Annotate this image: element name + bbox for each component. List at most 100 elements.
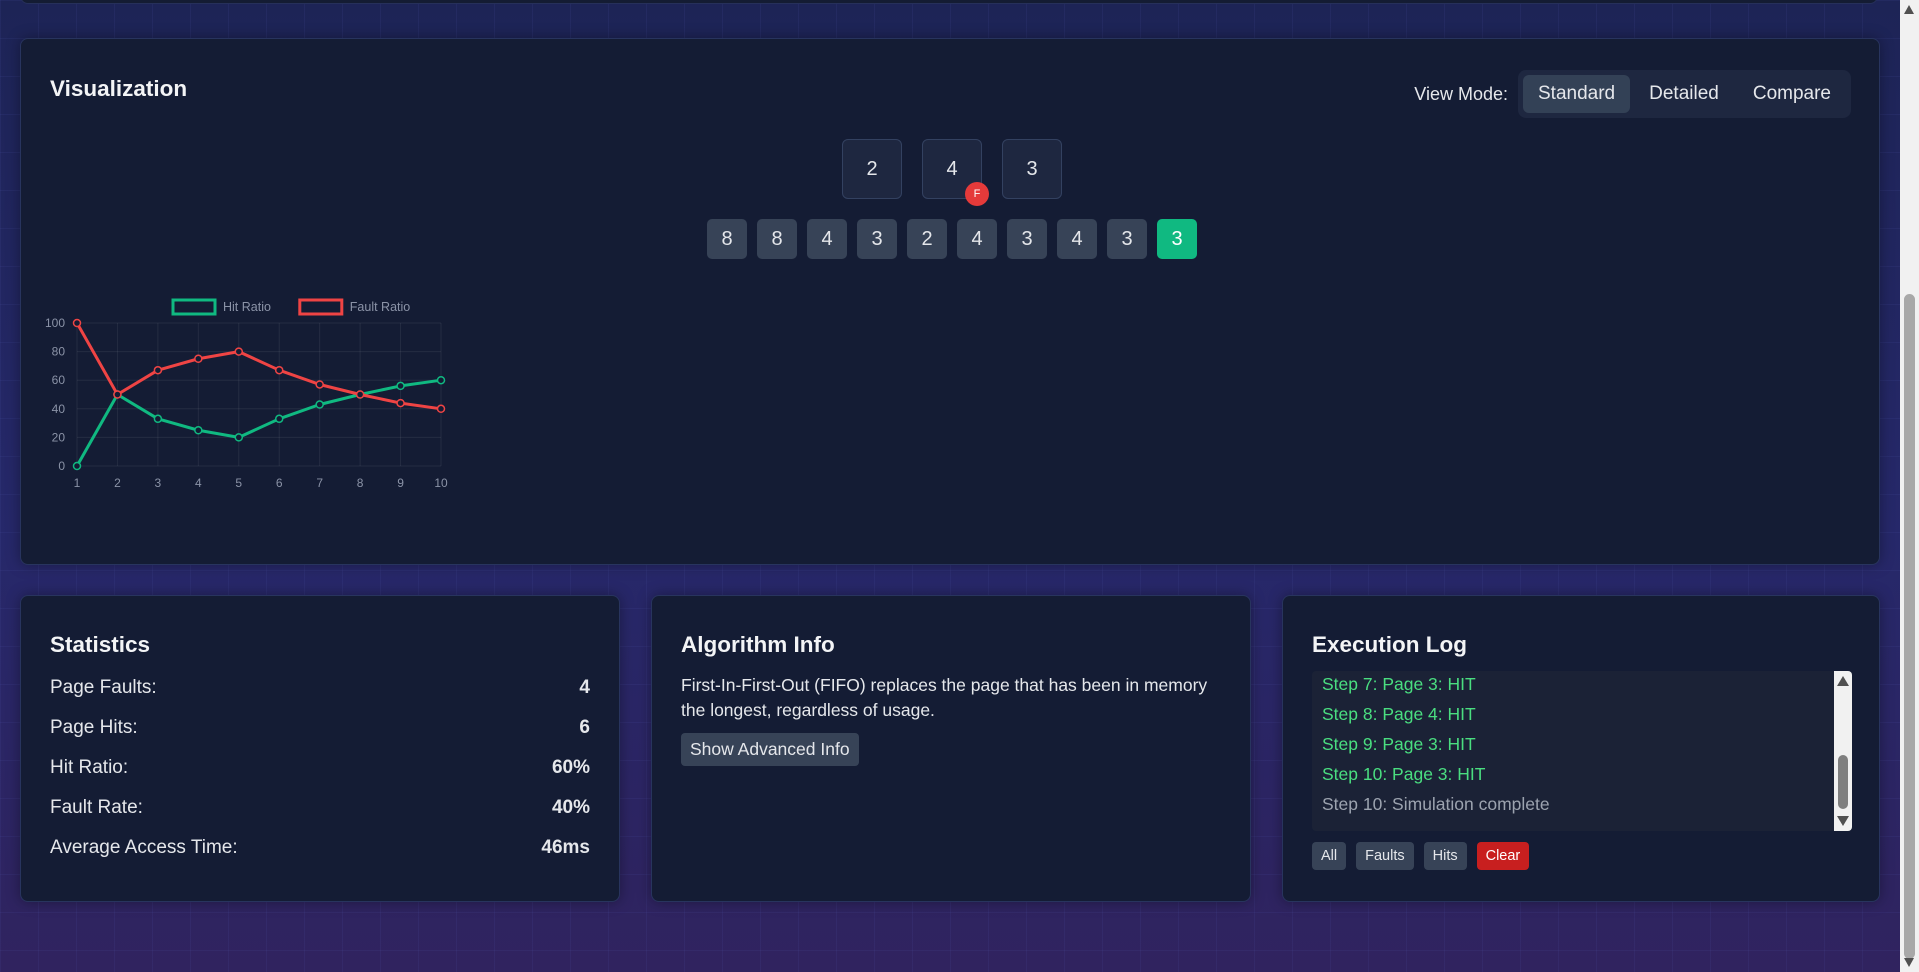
stat-row-page-hits: Page Hits: 6: [50, 717, 590, 739]
filter-all-button[interactable]: All: [1312, 842, 1347, 870]
x-tick-label: 7: [316, 476, 323, 490]
legend-swatch: [171, 298, 217, 316]
sequence-item: 4: [1057, 219, 1097, 259]
execution-log-panel: Execution Log Step 7: Page 3: HIT Step 8…: [1282, 595, 1880, 902]
data-point: [436, 375, 446, 385]
view-mode-compare-button[interactable]: Compare: [1738, 75, 1846, 113]
algorithm-info-title: Algorithm Info: [681, 632, 835, 657]
series-line: [75, 322, 442, 411]
x-tick-label: 2: [114, 476, 121, 490]
data-point: [113, 390, 122, 399]
statistics-title: Statistics: [50, 632, 151, 657]
data-point: [274, 414, 284, 424]
data-point: [396, 381, 405, 391]
hit-fault-ratio-chart: 0 20 40 60 80 100 1 2 3 4 5 6 7 8 9 10 Hit Ratio Fault Ra…: [45, 298, 448, 490]
scroll-down-arrow-icon[interactable]: [1904, 958, 1914, 967]
data-point: [194, 354, 203, 363]
page-scroll-thumb[interactable]: [1904, 294, 1915, 959]
stat-value: 6: [579, 717, 590, 738]
view-mode-standard-button[interactable]: Standard: [1523, 75, 1631, 113]
stat-value: 4: [579, 677, 590, 698]
y-tick-label: 60: [52, 373, 66, 387]
x-tick-label: 3: [155, 476, 162, 490]
sequence-item: 3: [1107, 219, 1147, 259]
sequence-item: 3: [857, 219, 897, 259]
series-line: [75, 378, 442, 467]
visualization-panel: Visualization View Mode: Standard Detail…: [20, 38, 1880, 565]
stat-row-fault-rate: Fault Rate: 40%: [50, 797, 590, 819]
y-tick-label: 100: [45, 316, 65, 330]
memory-frame: 3: [1002, 139, 1062, 199]
y-tick-label: 20: [52, 430, 66, 444]
x-tick-label: 1: [74, 476, 81, 490]
sequence-item-current: 3: [1157, 219, 1197, 259]
log-scroll-thumb[interactable]: [1838, 755, 1848, 809]
clear-log-button[interactable]: Clear: [1476, 842, 1530, 870]
sequence-item: 2: [907, 219, 947, 259]
data-point: [72, 318, 82, 328]
x-tick-label: 8: [357, 476, 364, 490]
log-list[interactable]: Step 7: Page 3: HIT Step 8: Page 4: HIT …: [1312, 671, 1852, 831]
stat-value: 46ms: [541, 837, 590, 858]
memory-frames: 2 4F 3: [842, 139, 1062, 206]
reference-sequence: 8 8 4 3 2 4 3 4 3 3: [707, 219, 1197, 259]
log-entry: Step 9: Page 3: HIT: [1322, 734, 1476, 754]
data-point: [234, 347, 244, 356]
stat-label: Fault Rate:: [50, 797, 143, 818]
log-scrollbar[interactable]: [1834, 671, 1852, 831]
legend-swatch: [298, 298, 344, 316]
data-point: [315, 380, 324, 389]
log-filter-bar: All Faults Hits Clear: [1312, 842, 1530, 870]
x-tick-label: 6: [276, 476, 283, 490]
data-point: [72, 461, 82, 471]
sequence-item: 4: [807, 219, 847, 259]
frame-value: 4: [946, 157, 958, 180]
x-tick-label: 5: [235, 476, 242, 490]
x-tick-label: 4: [195, 476, 202, 490]
algorithm-description: First-In-First-Out (FIFO) replaces the p…: [681, 675, 1208, 720]
top-panel-edge: [20, 0, 1878, 4]
data-point: [315, 400, 324, 409]
view-mode-detailed-button[interactable]: Detailed: [1634, 75, 1734, 113]
visualization-title: Visualization: [50, 76, 188, 101]
memory-frame: 2: [842, 139, 902, 199]
y-tick-label: 40: [52, 402, 66, 416]
data-point: [194, 426, 203, 435]
data-point: [355, 390, 365, 399]
filter-faults-button[interactable]: Faults: [1356, 842, 1414, 870]
fault-badge: F: [965, 182, 989, 206]
data-point: [436, 404, 446, 414]
x-tick-label: 9: [397, 476, 404, 490]
show-advanced-info-button[interactable]: Show Advanced Info: [681, 733, 859, 766]
scroll-down-arrow-icon[interactable]: [1837, 816, 1849, 826]
log-entry: Step 10: Page 3: HIT: [1322, 764, 1486, 784]
view-mode-toggle-group: Standard Detailed Compare: [1518, 70, 1851, 118]
sequence-item: 8: [757, 219, 797, 259]
data-point: [153, 365, 163, 375]
memory-frame: 4F: [922, 139, 989, 206]
sequence-item: 3: [1007, 219, 1047, 259]
execution-log-title: Execution Log: [1312, 632, 1468, 657]
stat-row-average-access-time: Average Access Time: 46ms: [50, 837, 590, 859]
view-mode-label: View Mode:: [1414, 83, 1508, 104]
filter-hits-button[interactable]: Hits: [1423, 842, 1467, 870]
view-mode-control: View Mode: Standard Detailed Compare: [1414, 70, 1851, 118]
scroll-up-arrow-icon[interactable]: [1904, 5, 1914, 14]
frame-value: 3: [1026, 157, 1038, 180]
algorithm-info-panel: Algorithm Info First-In-First-Out (FIFO)…: [651, 595, 1251, 902]
log-entry: Step 10: Simulation complete: [1322, 794, 1550, 814]
stat-label: Page Hits:: [50, 717, 138, 738]
y-tick-label: 0: [58, 459, 65, 473]
stat-row-hit-ratio: Hit Ratio: 60%: [50, 757, 590, 779]
x-tick-label: 10: [434, 476, 448, 490]
statistics-panel: Statistics Page Faults: 4 Page Hits: 6 Hit…: [20, 595, 620, 902]
data-point: [234, 433, 244, 442]
sequence-item: 4: [957, 219, 997, 259]
scroll-up-arrow-icon[interactable]: [1837, 676, 1849, 686]
data-point: [153, 414, 163, 424]
page-scrollbar[interactable]: [1900, 0, 1919, 972]
stat-row-page-faults: Page Faults: 4: [50, 677, 590, 699]
sequence-item: 8: [707, 219, 747, 259]
log-entry: Step 8: Page 4: HIT: [1322, 704, 1476, 724]
data-point: [396, 398, 405, 408]
